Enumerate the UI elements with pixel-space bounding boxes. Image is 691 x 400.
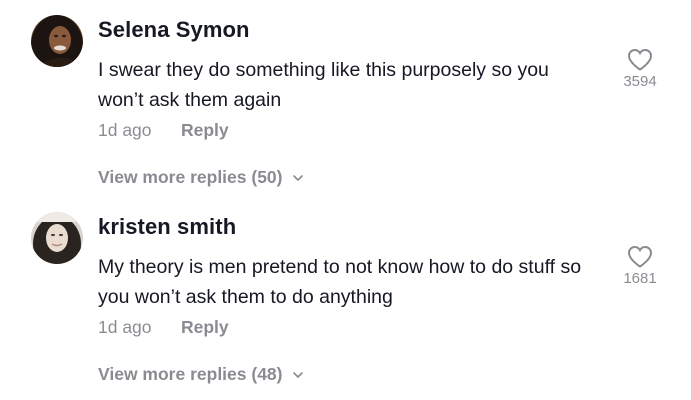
heart-outline-icon [627,48,653,71]
view-more-replies-label: View more replies (50) [98,167,283,187]
like-count: 3594 [623,73,657,90]
comment-timestamp: 1d ago [98,317,152,337]
like-button[interactable]: 3594 [612,48,668,90]
view-more-replies-button[interactable]: View more replies (48) [98,364,304,385]
avatar[interactable] [31,15,83,67]
avatar-image [31,15,83,67]
chevron-down-icon [292,371,303,378]
view-more-replies-button[interactable]: View more replies (50) [98,167,304,188]
like-count: 1681 [623,270,657,287]
comment-username[interactable]: kristen smith [98,214,236,240]
comment-text: I swear they do something like this purp… [98,59,549,111]
avatar-image [31,212,83,264]
heart-outline-icon [627,245,653,268]
like-button[interactable]: 1681 [612,245,668,287]
view-more-replies-label: View more replies (48) [98,364,283,384]
comment-timestamp: 1d ago [98,120,152,140]
comment-item: kristen smith My theory is men pretend t… [0,197,691,394]
comment-text: My theory is men pretend to not know how… [98,256,582,308]
reply-button[interactable]: Reply [181,120,229,141]
comment-username[interactable]: Selena Symon [98,17,250,43]
avatar[interactable] [31,212,83,264]
comment-item: Selena Symon I swear they do something l… [0,0,691,197]
reply-button[interactable]: Reply [181,317,229,338]
chevron-down-icon [292,174,303,181]
